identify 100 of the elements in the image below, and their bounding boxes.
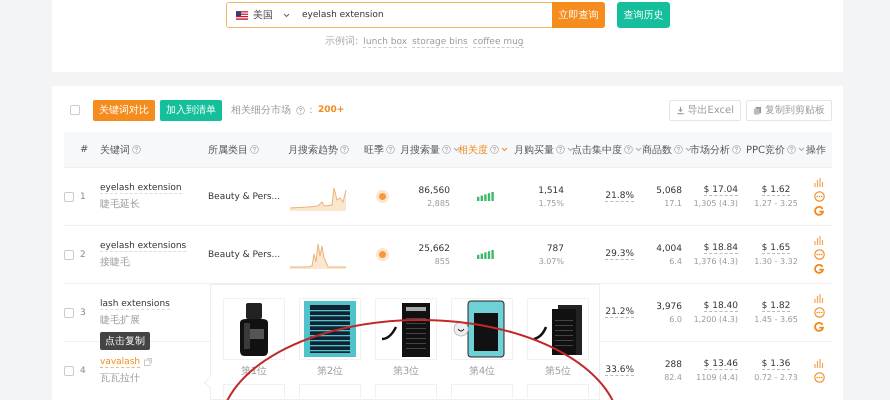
column-header[interactable]: 月搜索趋势 — [288, 142, 349, 156]
column-header[interactable]: 月购买量 — [514, 142, 574, 156]
category-cell: Beauty & Pers... — [208, 192, 280, 202]
column-header[interactable]: 市场分析 — [690, 142, 741, 156]
product-thumbnail[interactable] — [299, 298, 361, 360]
ppc-range: 1.27 - 3.25 — [754, 199, 798, 208]
column-header[interactable]: 点击集中度 — [572, 142, 642, 156]
keyword-link[interactable]: eyelash extensions — [100, 240, 186, 252]
help-icon — [674, 145, 683, 154]
search-volume-daily: 2,885 — [427, 198, 450, 208]
monthly-purchases: 1,514 — [538, 186, 564, 196]
column-header[interactable]: PPC竞价 — [746, 142, 806, 156]
keyword-link[interactable]: eyelash extension — [100, 182, 182, 194]
google-icon[interactable] — [814, 206, 824, 216]
row-number: 1 — [80, 192, 86, 202]
row-number: 3 — [80, 308, 86, 318]
review-count: 1,376 (4.3) — [694, 257, 738, 266]
markets-count: 200+ — [318, 105, 344, 115]
sort-icon[interactable] — [685, 147, 692, 152]
relevance-bars-icon — [477, 192, 495, 201]
sort-icon[interactable] — [501, 147, 508, 152]
column-header[interactable]: 操作 — [806, 142, 826, 156]
keyword-link[interactable]: lash extensions — [100, 298, 170, 310]
bar-chart-icon[interactable] — [814, 236, 824, 244]
help-icon — [442, 145, 451, 154]
average-price: $ 18.40 — [704, 301, 738, 312]
click-concentration: 21.2% — [605, 307, 634, 318]
product-ratio: 82.4 — [664, 372, 682, 382]
column-header[interactable]: # — [80, 144, 88, 155]
help-icon — [386, 145, 395, 154]
product-thumbnail[interactable] — [527, 298, 589, 360]
sort-icon[interactable] — [453, 147, 460, 152]
product-count: 288 — [664, 360, 682, 370]
copy-icon[interactable] — [144, 358, 152, 366]
product-thumbnail[interactable] — [223, 298, 285, 360]
help-icon — [132, 145, 141, 154]
country-select[interactable]: 美国 — [253, 8, 273, 22]
relevance-bars-icon — [477, 250, 495, 259]
keyword-translation: 睫毛扩展 — [100, 314, 140, 326]
bar-chart-icon[interactable] — [814, 178, 824, 186]
keyword-translation: 睫毛延长 — [100, 198, 140, 210]
search-volume-daily: 855 — [434, 256, 450, 266]
examples-label: 示例词: — [325, 35, 358, 48]
click-concentration: 29.3% — [605, 249, 634, 260]
average-price: $ 13.46 — [704, 359, 738, 370]
rank-label: 第3位 — [392, 365, 420, 378]
more-icon[interactable] — [814, 190, 824, 202]
product-count: 5,068 — [656, 186, 682, 196]
help-icon — [624, 145, 633, 154]
copy-tooltip: 点击复制 — [100, 332, 150, 350]
ppc-bid: $ 1.82 — [762, 301, 790, 312]
review-count: 1,305 (4.3) — [694, 199, 738, 208]
column-header[interactable]: 所属类目 — [208, 142, 259, 156]
product-thumbnail[interactable] — [375, 298, 437, 360]
click-concentration: 21.8% — [605, 191, 634, 202]
chevron-down-icon — [283, 12, 290, 18]
colon: ： — [306, 104, 316, 117]
google-icon[interactable] — [814, 264, 824, 274]
more-icon[interactable] — [814, 372, 824, 382]
search-volume: 25,662 — [418, 244, 450, 254]
row-checkbox[interactable] — [64, 192, 74, 202]
row-checkbox[interactable] — [64, 366, 74, 376]
help-icon — [340, 145, 349, 154]
column-header[interactable]: 旺季 — [364, 142, 395, 156]
rank-label: 第2位 — [316, 365, 344, 378]
help-icon — [732, 145, 741, 154]
product-thumbnail[interactable] — [451, 298, 513, 360]
help-icon — [250, 145, 259, 154]
search-field[interactable]: 美国 eyelash extension 立即查询 — [226, 2, 605, 28]
product-thumbnail[interactable] — [223, 384, 285, 398]
ppc-bid: $ 1.65 — [762, 243, 790, 254]
average-price: $ 17.04 — [704, 185, 738, 196]
markets-label: 相关细分市场 — [231, 104, 291, 117]
sort-icon[interactable] — [567, 147, 574, 152]
google-icon[interactable] — [814, 322, 824, 332]
bar-chart-icon[interactable] — [814, 358, 824, 368]
more-icon[interactable] — [814, 248, 824, 260]
row-checkbox[interactable] — [64, 308, 74, 318]
more-icon[interactable] — [814, 306, 824, 318]
sort-icon[interactable] — [798, 147, 806, 152]
help-icon — [787, 145, 796, 154]
column-header[interactable]: 关键词 — [100, 142, 141, 156]
row-number: 2 — [80, 250, 86, 260]
purchase-rate: 1.75% — [538, 198, 564, 208]
keyword-translation: 瓦瓦拉什 — [100, 372, 140, 384]
ppc-bid: $ 1.62 — [762, 185, 790, 196]
help-icon — [490, 145, 499, 154]
flag-icon — [236, 10, 248, 20]
category-cell: Beauty & Pers... — [208, 250, 280, 260]
ppc-bid: $ 1.36 — [762, 359, 790, 370]
select-all-checkbox[interactable] — [70, 105, 80, 115]
bar-chart-icon[interactable] — [814, 294, 824, 302]
average-price: $ 18.84 — [704, 243, 738, 254]
row-checkbox[interactable] — [64, 250, 74, 260]
rank-label: 第5位 — [544, 365, 572, 378]
product-count: 4,004 — [656, 244, 682, 254]
copy-icon — [753, 106, 762, 114]
sort-icon[interactable] — [635, 147, 642, 152]
purchase-rate: 3.07% — [538, 256, 564, 266]
search-volume: 86,560 — [418, 186, 450, 196]
